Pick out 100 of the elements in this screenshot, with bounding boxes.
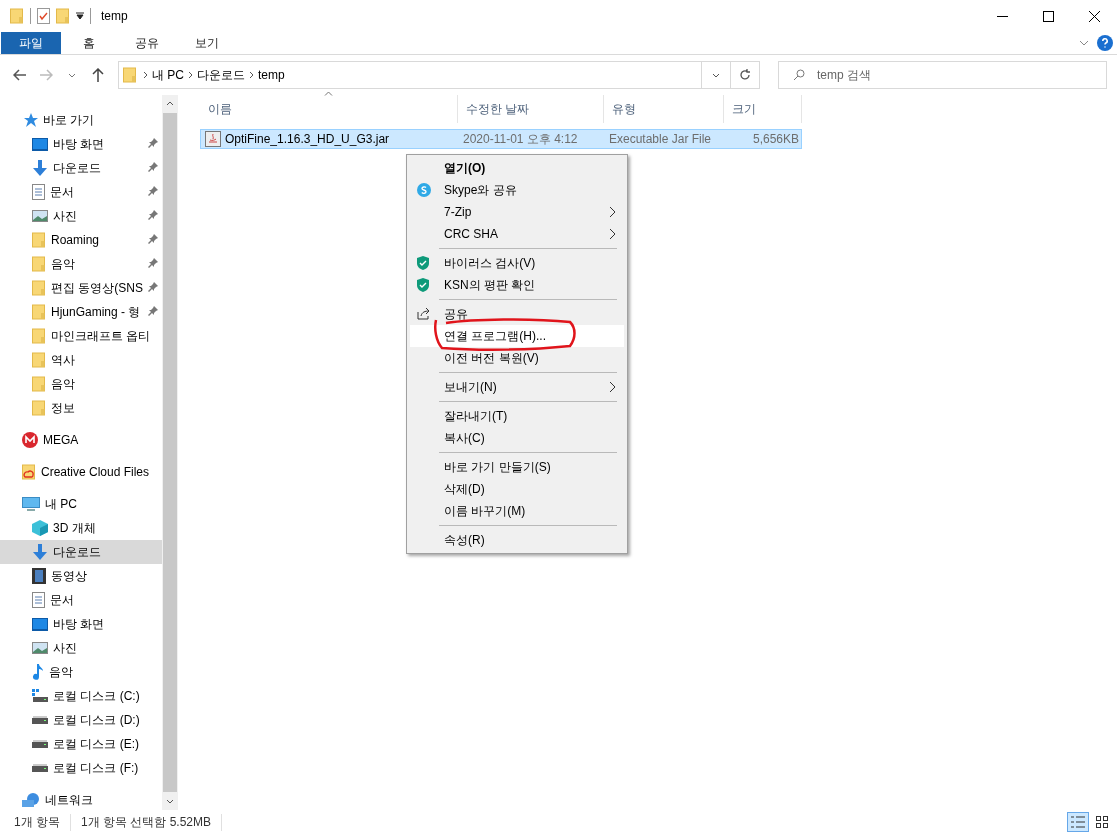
star-icon — [22, 112, 38, 128]
column-header[interactable]: 유형 — [604, 95, 724, 123]
folder-icon — [32, 280, 46, 296]
desktop-icon — [32, 617, 48, 631]
menu-item[interactable]: 속성(R) — [410, 529, 624, 551]
menu-item[interactable]: 열기(O) — [410, 157, 624, 179]
chevron-right-icon — [609, 228, 616, 240]
scrollbar-thumb[interactable] — [163, 113, 177, 792]
sidebar-item[interactable]: 바탕 화면 — [0, 612, 162, 636]
sidebar-item[interactable]: 사진 — [0, 636, 162, 660]
sidebar-item[interactable]: 사진 — [0, 204, 162, 228]
ribbon-tab[interactable]: 공유 — [117, 32, 177, 54]
menu-item[interactable]: 바로 가기 만들기(S) — [410, 456, 624, 478]
table-cell: OptiFine_1.16.3_HD_U_G3.jar — [201, 130, 459, 148]
menu-item[interactable]: CRC SHA — [410, 223, 624, 245]
sidebar-item[interactable]: 다운로드 — [0, 540, 162, 564]
menu-item[interactable]: 연결 프로그램(H)... — [410, 325, 624, 347]
sidebar-item[interactable]: 다운로드 — [0, 156, 162, 180]
sidebar-item[interactable]: 로컬 디스크 (D:) — [0, 708, 162, 732]
drive-icon — [32, 689, 48, 703]
sidebar-item[interactable]: 로컬 디스크 (F:) — [0, 756, 162, 780]
breadcrumb[interactable]: 다운로드 — [193, 66, 249, 84]
search-field[interactable]: temp 검색 — [815, 67, 1106, 83]
folder-icon — [32, 256, 46, 272]
document-icon — [32, 592, 45, 608]
sidebar-item[interactable]: HjunGaming - 형 — [0, 300, 162, 324]
help-icon[interactable] — [1097, 35, 1113, 51]
sidebar-item[interactable]: 3D 개체 — [0, 516, 162, 540]
up-arrow-icon[interactable] — [92, 68, 104, 82]
menu-item[interactable]: 보내기(N) — [410, 376, 624, 398]
down-arrow-icon — [32, 544, 48, 560]
breadcrumb[interactable]: 내 PC — [148, 66, 188, 84]
refresh-icon[interactable] — [739, 69, 751, 81]
folder-icon — [32, 376, 46, 392]
monitor-icon — [22, 496, 40, 512]
sidebar-item[interactable]: 네트워크 — [0, 788, 162, 810]
menu-item[interactable]: 복사(C) — [410, 427, 624, 449]
sidebar-item[interactable]: MEGA — [0, 428, 162, 452]
maximize-icon — [1042, 10, 1054, 22]
window-title: temp — [101, 9, 128, 23]
folder-icon — [32, 400, 46, 416]
chevron-right-icon — [143, 71, 148, 79]
cloud-folder-icon — [22, 464, 36, 480]
menu-item[interactable]: 삭제(D) — [410, 478, 624, 500]
status-text: 1개 항목 선택함 5.52MB — [71, 813, 223, 831]
recent-locations-icon[interactable] — [68, 72, 76, 78]
folder-icon — [32, 232, 46, 248]
sidebar-item[interactable]: 로컬 디스크 (C:) — [0, 684, 162, 708]
menu-item[interactable]: 바이러스 검사(V) — [410, 252, 624, 274]
dropdown-icon[interactable] — [712, 72, 720, 78]
chevron-right-icon — [188, 71, 193, 79]
sidebar-item[interactable]: 편집 동영상(SNS — [0, 276, 162, 300]
sidebar-item[interactable]: 마인크래프트 옵티 — [0, 324, 162, 348]
sidebar-item[interactable]: 역사 — [0, 348, 162, 372]
sidebar-item[interactable]: 로컬 디스크 (E:) — [0, 732, 162, 756]
column-header[interactable]: 수정한 날짜 — [458, 95, 604, 123]
sidebar-item[interactable]: Creative Cloud Files — [0, 460, 162, 484]
breadcrumb[interactable]: temp — [254, 68, 289, 82]
music-note-icon — [32, 664, 44, 680]
column-header[interactable]: 크기 — [724, 95, 802, 123]
search-box[interactable]: temp 검색 — [778, 61, 1107, 89]
sidebar-item[interactable]: 문서 — [0, 588, 162, 612]
cube-icon — [32, 520, 48, 536]
sidebar-item[interactable]: 문서 — [0, 180, 162, 204]
column-header[interactable]: 이름 — [200, 95, 458, 123]
folder-icon — [10, 8, 24, 24]
expand-ribbon-icon[interactable] — [1079, 40, 1089, 46]
ribbon-tab[interactable]: 홈 — [61, 32, 117, 54]
sidebar-item[interactable]: 바로 가기 — [0, 108, 162, 132]
chevron-right-icon — [609, 381, 616, 393]
menu-item[interactable]: 7-Zip — [410, 201, 624, 223]
sidebar-item[interactable]: 바탕 화면 — [0, 132, 162, 156]
properties-icon[interactable] — [37, 8, 50, 24]
dropdown-icon[interactable] — [76, 12, 84, 20]
shield-icon — [417, 278, 429, 292]
status-text: 1개 항목 — [4, 813, 71, 831]
menu-item[interactable]: 공유 — [410, 303, 624, 325]
folder-icon — [123, 67, 137, 83]
file-row[interactable]: OptiFine_1.16.3_HD_U_G3.jar 2020-11-01 오후 4:12 Executable Jar File 5,656KB — [200, 129, 802, 149]
sidebar-item[interactable]: 음악 — [0, 372, 162, 396]
menu-item[interactable]: 이전 버전 복원(V) — [410, 347, 624, 369]
menu-item[interactable]: KSN의 평판 확인 — [410, 274, 624, 296]
sidebar-item[interactable]: 음악 — [0, 660, 162, 684]
ribbon-tab[interactable]: 보기 — [177, 32, 237, 54]
sidebar-item[interactable]: 음악 — [0, 252, 162, 276]
sidebar-item[interactable]: 내 PC — [0, 492, 162, 516]
menu-item[interactable]: 잘라내기(T) — [410, 405, 624, 427]
ribbon-tab[interactable]: 파일 — [1, 32, 61, 54]
document-icon — [32, 184, 45, 200]
address-bar[interactable]: 내 PC 다운로드 temp — [118, 61, 760, 89]
chevron-right-icon — [249, 71, 254, 79]
java-file-icon — [205, 131, 221, 147]
sidebar-item[interactable]: Roaming — [0, 228, 162, 252]
folder-icon — [32, 328, 46, 344]
back-icon[interactable] — [13, 69, 27, 81]
menu-item[interactable]: 이름 바꾸기(M) — [410, 500, 624, 522]
menu-item[interactable]: Skype와 공유 — [410, 179, 624, 201]
sidebar-item[interactable]: 정보 — [0, 396, 162, 420]
sidebar-item[interactable]: 동영상 — [0, 564, 162, 588]
details-view-icon — [1071, 816, 1085, 828]
